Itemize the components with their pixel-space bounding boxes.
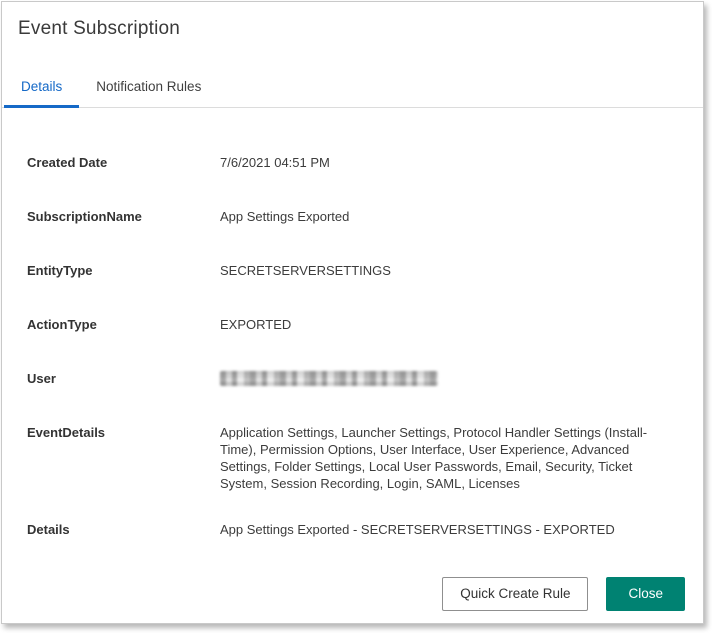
- field-row-created-date: Created Date 7/6/2021 04:51 PM: [27, 154, 681, 171]
- close-button[interactable]: Close: [606, 577, 685, 611]
- field-row-action-type: ActionType EXPORTED: [27, 316, 681, 333]
- tab-notification-rules[interactable]: Notification Rules: [79, 70, 218, 108]
- field-row-details: Details App Settings Exported - SECRETSE…: [27, 521, 681, 538]
- field-value: 7/6/2021 04:51 PM: [220, 154, 681, 171]
- field-label: SubscriptionName: [27, 208, 220, 225]
- field-value: App Settings Exported - SECRETSERVERSETT…: [220, 521, 681, 538]
- tab-details[interactable]: Details: [4, 70, 79, 108]
- field-label: ActionType: [27, 316, 220, 333]
- field-value: SECRETSERVERSETTINGS: [220, 262, 681, 279]
- field-value: Application Settings, Launcher Settings,…: [220, 424, 681, 492]
- dialog-footer: Quick Create Rule Close: [442, 577, 685, 611]
- dialog-title: Event Subscription: [18, 18, 679, 40]
- field-label: User: [27, 370, 220, 387]
- dialog-header: Event Subscription: [2, 2, 703, 40]
- quick-create-rule-button[interactable]: Quick Create Rule: [442, 577, 588, 611]
- field-value: App Settings Exported: [220, 208, 681, 225]
- field-row-event-details: EventDetails Application Settings, Launc…: [27, 424, 681, 492]
- field-row-user: User: [27, 370, 681, 387]
- user-value-redacted: [220, 371, 438, 386]
- event-subscription-dialog: Event Subscription Details Notification …: [1, 1, 704, 624]
- field-value: [220, 370, 681, 386]
- field-label: EventDetails: [27, 424, 220, 441]
- field-row-subscription-name: SubscriptionName App Settings Exported: [27, 208, 681, 225]
- tab-bar: Details Notification Rules: [2, 70, 703, 108]
- field-value: EXPORTED: [220, 316, 681, 333]
- field-label: Created Date: [27, 154, 220, 171]
- field-label: EntityType: [27, 262, 220, 279]
- field-row-entity-type: EntityType SECRETSERVERSETTINGS: [27, 262, 681, 279]
- details-panel: Created Date 7/6/2021 04:51 PM Subscript…: [2, 108, 703, 538]
- field-label: Details: [27, 521, 220, 538]
